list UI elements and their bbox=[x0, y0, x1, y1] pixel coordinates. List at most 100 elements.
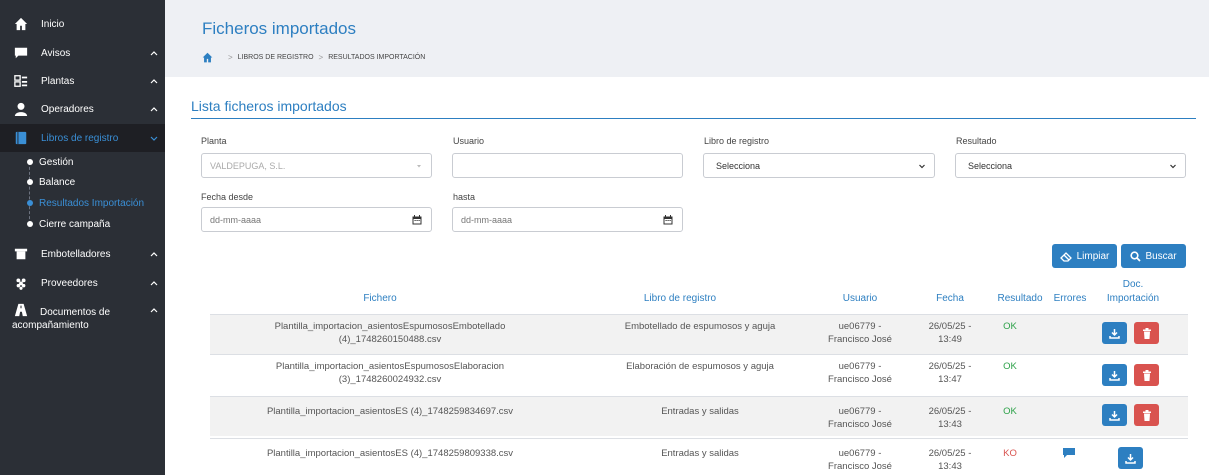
calendar-icon[interactable] bbox=[663, 215, 673, 225]
sidebar-item-plantas[interactable]: Plantas bbox=[0, 67, 165, 95]
status-ko: KO bbox=[1003, 448, 1017, 459]
message-icon bbox=[14, 47, 28, 59]
cell-fecha: 26/05/25 - 13:43 bbox=[920, 447, 980, 473]
sidebar-item-proveedores[interactable]: Proveedores bbox=[0, 269, 165, 297]
column-header-usuario[interactable]: Usuario bbox=[820, 292, 900, 306]
cell-fecha: 26/05/25 - 13:49 bbox=[920, 320, 980, 346]
delete-button[interactable] bbox=[1134, 322, 1159, 344]
table-row: Plantilla_importacion_asientosEspumososE… bbox=[210, 314, 1188, 354]
fecha-desde-input[interactable]: dd-mm-aaaa bbox=[201, 207, 432, 232]
header-line: Doc. bbox=[1122, 279, 1144, 290]
cell-line: 26/05/25 - bbox=[928, 321, 972, 332]
cell-line: Francisco José bbox=[828, 334, 892, 345]
sidebar-item-libros-de-registro[interactable]: Libros de registro bbox=[0, 124, 165, 152]
libro-label: Libro de registro bbox=[704, 136, 770, 146]
sidebar-subitem-resultados-importacion[interactable]: Resultados Importación bbox=[0, 193, 165, 213]
cell-line: ue06779 - bbox=[838, 361, 882, 372]
sidebar-subitem-cierre-campana[interactable]: Cierre campaña bbox=[0, 214, 165, 234]
chevron-up-icon bbox=[150, 79, 158, 84]
column-header-resultado[interactable]: Resultado bbox=[990, 292, 1050, 306]
hasta-input[interactable]: dd-mm-aaaa bbox=[452, 207, 683, 232]
search-icon bbox=[1130, 250, 1142, 262]
sidebar-item-label: Proveedores bbox=[41, 277, 98, 289]
chevron-up-icon bbox=[150, 107, 158, 112]
sidebar-item-label: Libros de registro bbox=[41, 132, 119, 144]
sidebar-item-operadores[interactable]: Operadores bbox=[0, 95, 165, 123]
column-header-libro[interactable]: Libro de registro bbox=[620, 292, 740, 306]
column-header-fichero[interactable]: Fichero bbox=[330, 292, 430, 306]
cell-line: 13:43 bbox=[938, 419, 962, 430]
section-divider bbox=[191, 118, 1196, 119]
bullet-icon bbox=[27, 200, 33, 206]
sidebar-item-avisos[interactable]: Avisos bbox=[0, 39, 165, 67]
cell-usuario: ue06779 - Francisco José bbox=[820, 447, 900, 473]
home-icon[interactable] bbox=[202, 52, 213, 63]
cell-fichero: Plantilla_importacion_asientosEspumososE… bbox=[210, 360, 570, 386]
breadcrumb: > LIBROS DE REGISTRO > RESULTADOS IMPORT… bbox=[202, 51, 425, 63]
cell-line: 13:49 bbox=[938, 334, 962, 345]
planta-value: VALDEPUGA, S.L. bbox=[210, 160, 286, 171]
book-icon bbox=[15, 131, 27, 145]
calendar-icon[interactable] bbox=[412, 215, 422, 225]
home-icon bbox=[14, 17, 28, 31]
chevron-down-icon bbox=[150, 136, 158, 141]
status-ok: OK bbox=[1003, 321, 1017, 332]
cell-usuario: ue06779 - Francisco José bbox=[820, 320, 900, 346]
cell-line: ue06779 - bbox=[838, 321, 882, 332]
libro-select[interactable]: Selecciona bbox=[703, 153, 935, 178]
cell-line: Francisco José bbox=[828, 374, 892, 385]
sidebar-item-label: Inicio bbox=[41, 18, 65, 30]
hasta-label: hasta bbox=[453, 192, 476, 202]
cell-fichero: Plantilla_importacion_asientosES (4)_174… bbox=[266, 448, 514, 459]
cell-line: ue06779 - bbox=[838, 406, 882, 417]
column-header-doc-importacion[interactable]: Doc. Importación bbox=[1098, 278, 1168, 306]
table-row: Plantilla_importacion_asientosEspumososE… bbox=[210, 354, 1188, 394]
trash-icon bbox=[1142, 409, 1151, 421]
trash-icon bbox=[1142, 369, 1151, 381]
table-row: Plantilla_importacion_asientosES (4)_174… bbox=[210, 438, 1188, 475]
sidebar-item-label: Avisos bbox=[41, 47, 71, 59]
usuario-input[interactable] bbox=[452, 153, 683, 178]
column-header-errores[interactable]: Errores bbox=[1048, 292, 1092, 306]
sidebar-subitem-gestion[interactable]: Gestión bbox=[0, 152, 165, 172]
usuario-label: Usuario bbox=[453, 136, 485, 146]
cell-line: (4)_1748260150488.csv bbox=[338, 334, 442, 345]
sidebar-item-documentos[interactable]: Documentos de acompañamiento bbox=[0, 303, 165, 333]
sidebar-subitem-balance[interactable]: Balance bbox=[0, 172, 165, 192]
sidebar-subitem-label: Resultados Importación bbox=[39, 197, 145, 209]
bullet-icon bbox=[27, 159, 33, 165]
trash-icon bbox=[1142, 327, 1151, 339]
limpiar-label: Limpiar bbox=[1076, 250, 1110, 262]
chevron-down-icon bbox=[919, 164, 925, 169]
limpiar-button[interactable]: Limpiar bbox=[1052, 244, 1117, 268]
download-button[interactable] bbox=[1102, 322, 1127, 344]
libro-value: Selecciona bbox=[716, 160, 761, 171]
sidebar-item-label: Operadores bbox=[41, 103, 94, 115]
download-icon bbox=[1125, 453, 1136, 464]
breadcrumb-item: RESULTADOS IMPORTACIÓN bbox=[328, 53, 426, 61]
cell-libro: Embotellado de espumosos y aguja bbox=[624, 321, 776, 332]
cell-fichero: Plantilla_importacion_asientosES (4)_174… bbox=[266, 406, 514, 417]
cell-line: Francisco José bbox=[828, 419, 892, 430]
buscar-button[interactable]: Buscar bbox=[1121, 244, 1186, 268]
delete-button[interactable] bbox=[1134, 404, 1159, 426]
plant-icon bbox=[14, 75, 28, 87]
comment-icon[interactable] bbox=[1063, 448, 1075, 458]
fecha-desde-placeholder: dd-mm-aaaa bbox=[210, 214, 262, 225]
column-header-fecha[interactable]: Fecha bbox=[920, 292, 980, 306]
sidebar-item-embotelladores[interactable]: Embotelladores bbox=[0, 240, 165, 268]
resultado-value: Selecciona bbox=[968, 160, 1013, 171]
resultado-label: Resultado bbox=[956, 136, 997, 146]
sidebar-item-inicio[interactable]: Inicio bbox=[0, 10, 165, 38]
download-button[interactable] bbox=[1118, 447, 1143, 469]
delete-button[interactable] bbox=[1134, 364, 1159, 386]
download-icon bbox=[1109, 328, 1120, 339]
bullet-icon bbox=[27, 221, 33, 227]
download-button[interactable] bbox=[1102, 404, 1127, 426]
download-button[interactable] bbox=[1102, 364, 1127, 386]
bottler-icon bbox=[14, 248, 28, 260]
planta-select[interactable]: VALDEPUGA, S.L. bbox=[201, 153, 432, 178]
status-ok: OK bbox=[1003, 406, 1017, 417]
breadcrumb-item[interactable]: LIBROS DE REGISTRO bbox=[238, 54, 314, 61]
resultado-select[interactable]: Selecciona bbox=[955, 153, 1186, 178]
